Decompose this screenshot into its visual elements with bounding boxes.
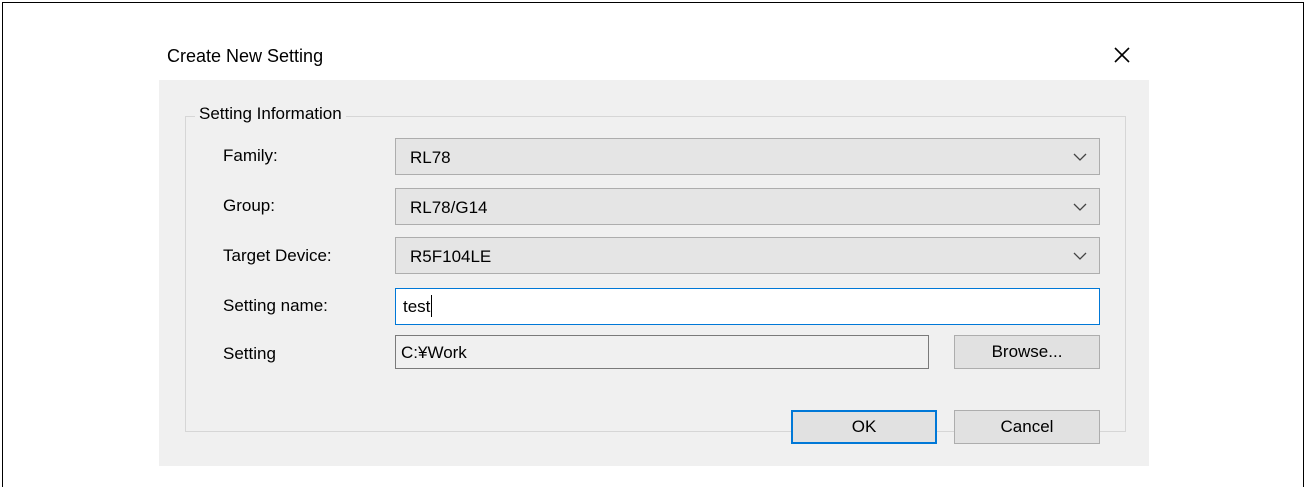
family-select[interactable]: RL78 [395,138,1100,175]
setting-name-label: Setting name: [223,296,328,315]
chevron-down-icon [1073,252,1087,260]
family-label: Family: [223,146,278,165]
create-new-setting-dialog: Create New Setting Setting Information F… [159,32,1149,466]
target-device-value: R5F104LE [410,247,492,266]
close-icon[interactable] [1109,42,1135,68]
dialog-titlebar: Create New Setting [159,32,1149,80]
setting-name-input[interactable]: test [395,288,1100,325]
setting-path-field[interactable]: C:¥Work [395,335,929,369]
dialog-title: Create New Setting [167,46,324,66]
target-device-select[interactable]: R5F104LE [395,237,1100,274]
browse-button[interactable]: Browse... [954,335,1100,369]
group-value: RL78/G14 [410,198,488,217]
setting-path-label: Setting [223,344,276,363]
group-select[interactable]: RL78/G14 [395,188,1100,225]
cancel-button[interactable]: Cancel [954,410,1100,444]
setting-path-value: C:¥Work [401,343,467,362]
group-label: Group: [223,196,275,215]
chevron-down-icon [1073,153,1087,161]
group-legend: Setting Information [195,104,346,124]
chevron-down-icon [1073,203,1087,211]
text-caret [431,295,432,317]
setting-name-value: test [403,297,431,316]
ok-button[interactable]: OK [791,410,937,444]
family-value: RL78 [410,148,451,167]
target-device-label: Target Device: [223,246,332,265]
